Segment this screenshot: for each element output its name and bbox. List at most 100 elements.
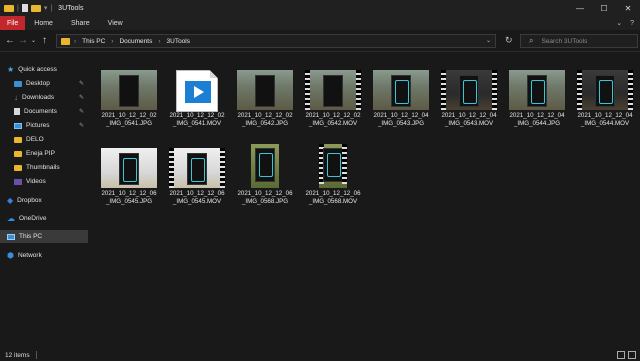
sidebar-item-documents[interactable]: Documents ✎ (0, 105, 88, 118)
quick-access-toolbar: | ▾ | (0, 4, 52, 12)
details-view-icon[interactable] (617, 351, 625, 359)
film-strip (220, 148, 225, 188)
separator (35, 351, 37, 359)
back-arrow-icon[interactable]: ← (5, 35, 15, 47)
file-name: 2021_10_12_12_04 _IMG_0544.MOV (577, 112, 633, 127)
recent-locations-chevron-icon[interactable]: ⌄ (31, 35, 36, 47)
photo-thumbnail (237, 70, 293, 110)
pc-case-image (187, 153, 207, 185)
separator: | (50, 4, 53, 12)
file-item[interactable]: 2021_10_12_12_06 _IMG_0545.JPG (96, 144, 162, 218)
sidebar-item-videos[interactable]: Videos (0, 175, 88, 188)
file-item[interactable]: 2021_10_12_12_02 _IMG_0541.JPG (96, 66, 162, 140)
play-icon (185, 81, 211, 103)
large-icons-view-icon[interactable] (628, 351, 636, 359)
downloads-icon: ↓ (14, 93, 18, 102)
folder-icon (14, 150, 22, 157)
folder-icon (14, 164, 22, 171)
item-count: 12 items (5, 351, 30, 359)
file-item[interactable]: 2021_10_12_12_06 _IMG_0568.JPG (232, 144, 298, 218)
pc-case-image (595, 75, 615, 107)
sidebar-item-onedrive[interactable]: ☁ OneDrive (0, 212, 88, 225)
sidebar-item-quick-access[interactable]: ★ Quick access (0, 63, 88, 76)
address-dropdown-icon[interactable]: ⌄ (486, 37, 491, 44)
this-pc-icon (7, 233, 15, 240)
forward-arrow-icon[interactable]: → (18, 35, 28, 47)
sidebar-item-label: Desktop (26, 80, 50, 87)
sidebar-item-label: Quick access (18, 66, 57, 73)
properties-icon[interactable] (21, 4, 28, 12)
pin-icon: ✎ (78, 95, 84, 101)
breadcrumb-documents[interactable]: Documents (119, 38, 152, 45)
photo-thumbnail (251, 144, 279, 188)
tab-view[interactable]: View (99, 16, 132, 30)
status-bar: 12 items (0, 349, 640, 361)
photo-thumbnail (101, 148, 157, 188)
search-box[interactable]: ⌕ Search 3UTools (520, 34, 638, 48)
breadcrumb-separator-icon[interactable]: › (158, 38, 160, 45)
pc-case-image (391, 75, 411, 107)
tab-file[interactable]: File (0, 16, 26, 30)
pc-case-image (527, 75, 547, 107)
breadcrumb-separator-icon[interactable]: › (74, 38, 76, 45)
onedrive-icon: ☁ (7, 214, 15, 223)
photo-thumbnail (509, 70, 565, 110)
sidebar-item-downloads[interactable]: ↓ Downloads ✎ (0, 91, 88, 104)
file-item[interactable]: 2021_10_12_12_06 _IMG_0545.MOV (164, 144, 230, 218)
file-name: 2021_10_12_12_06 _IMG_0568.JPG (237, 190, 293, 205)
pc-case-image (323, 75, 343, 107)
sidebar-item-label: Eneja PIP (26, 150, 55, 157)
file-item[interactable]: 2021_10_12_12_04 _IMG_0543.MOV (436, 66, 502, 140)
pc-case-image (255, 148, 275, 182)
sidebar-item-label: This PC (19, 233, 43, 240)
pc-case-image (119, 75, 139, 107)
help-icon[interactable]: ? (630, 20, 634, 27)
sidebar-item-pictures[interactable]: Pictures ✎ (0, 119, 88, 132)
sidebar-item-this-pc[interactable]: This PC (0, 230, 88, 243)
chevron-down-icon[interactable]: ⌄ (616, 19, 622, 27)
tab-home[interactable]: Home (25, 16, 62, 30)
breadcrumb-separator-icon[interactable]: › (111, 38, 113, 45)
film-strip (169, 148, 174, 188)
pin-icon: ✎ (78, 81, 84, 87)
pc-case-image (119, 153, 139, 185)
file-item[interactable]: 2021_10_12_12_02 _IMG_0541.MOV (164, 66, 230, 140)
file-item[interactable]: 2021_10_12_12_04 _IMG_0544.JPG (504, 66, 570, 140)
file-item[interactable]: 2021_10_12_12_06 _IMG_0568.MOV (300, 144, 366, 218)
search-icon: ⌕ (529, 36, 534, 45)
videos-icon (14, 178, 22, 185)
sidebar-item-desktop[interactable]: Desktop ✎ (0, 77, 88, 90)
folder-icon (14, 136, 22, 143)
file-item[interactable]: 2021_10_12_12_04 _IMG_0544.MOV (572, 66, 638, 140)
dropbox-icon: ◆ (7, 196, 14, 205)
sidebar-item-eneja-pip[interactable]: Eneja PIP (0, 147, 88, 160)
pc-case-image (323, 148, 343, 182)
tab-share[interactable]: Share (62, 16, 99, 30)
search-placeholder[interactable]: Search 3UTools (541, 38, 587, 45)
breadcrumb-3utools[interactable]: 3UTools (167, 38, 190, 45)
sidebar-item-delo[interactable]: DELO (0, 133, 88, 146)
film-strip (441, 70, 446, 110)
file-name: 2021_10_12_12_04 _IMG_0543.MOV (441, 112, 497, 127)
file-name: 2021_10_12_12_02 _IMG_0541.MOV (169, 112, 225, 127)
refresh-icon[interactable]: ↻ (505, 35, 513, 46)
sidebar-item-network[interactable]: ⬢ Network (0, 249, 88, 262)
file-item[interactable]: 2021_10_12_12_02 _IMG_0542.MOV (300, 66, 366, 140)
sidebar-item-thumbnails[interactable]: Thumbnails (0, 161, 88, 174)
new-folder-icon[interactable] (30, 4, 41, 12)
minimize-button[interactable]: — (568, 0, 592, 16)
sidebar-item-dropbox[interactable]: ◆ Dropbox (0, 194, 88, 207)
file-item[interactable]: 2021_10_12_12_04 _IMG_0543.JPG (368, 66, 434, 140)
photo-thumbnail (373, 70, 429, 110)
address-bar[interactable]: › This PC › Documents › 3UTools ⌄ (56, 34, 496, 48)
video-file-icon (176, 70, 218, 112)
close-button[interactable]: ✕ (616, 0, 640, 16)
sidebar-item-label: Network (17, 252, 42, 259)
breadcrumb-this-pc[interactable]: This PC (82, 38, 105, 45)
up-arrow-icon[interactable]: ↑ (42, 35, 47, 47)
file-item[interactable]: 2021_10_12_12_02 _IMG_0542.JPG (232, 66, 298, 140)
pc-case-image (255, 75, 275, 107)
maximize-button[interactable]: ☐ (592, 0, 616, 16)
pc-case-image (459, 75, 479, 107)
dropdown-chevron-icon[interactable]: ▾ (44, 4, 48, 12)
